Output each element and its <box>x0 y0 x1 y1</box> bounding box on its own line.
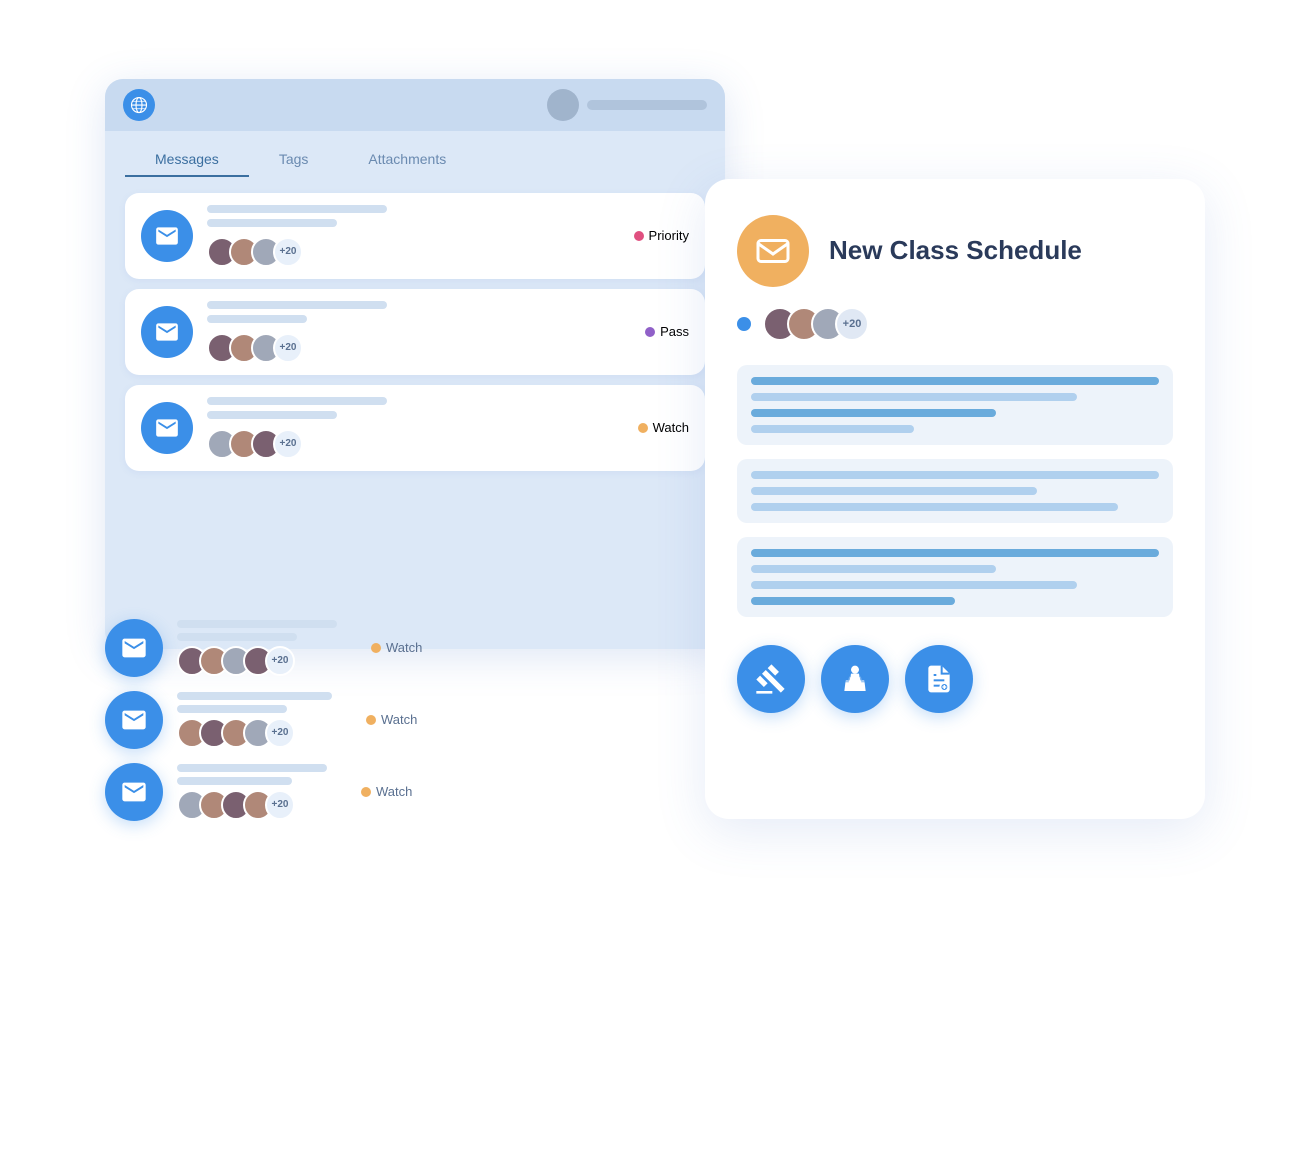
app-window: Messages Tags Attachments +20 <box>105 79 725 649</box>
message-row-3[interactable]: +20 Watch <box>125 385 705 471</box>
tag-pass-label: Pass <box>660 324 689 339</box>
msg-line-2a <box>207 301 387 309</box>
app-message-list: +20 Priority <box>105 177 725 487</box>
avatar-count-3: +20 <box>273 429 303 459</box>
detail-header: New Class Schedule <box>737 215 1173 287</box>
tag-priority: Priority <box>609 228 689 243</box>
content-line-1c <box>751 409 996 417</box>
floating-tag-label-1: Watch <box>386 640 422 655</box>
floating-line-2b <box>177 705 287 713</box>
msg-avatars-1: +20 <box>207 237 595 267</box>
content-block-1 <box>737 365 1173 445</box>
content-line-3a <box>751 549 1159 557</box>
msg-line-3a <box>207 397 387 405</box>
msg-line-3b <box>207 411 337 419</box>
content-block-3 <box>737 537 1173 617</box>
tag-watch-label-1: Watch <box>653 420 689 435</box>
avatar-count-2: +20 <box>273 333 303 363</box>
titlebar-avatar <box>547 89 579 121</box>
floating-row-3: +20 Watch <box>105 763 422 821</box>
msg-avatars-3: +20 <box>207 429 595 459</box>
floating-body-3: +20 <box>177 764 327 820</box>
document-button[interactable] <box>905 645 973 713</box>
floating-tag-2: Watch <box>366 712 417 727</box>
floating-line-1a <box>177 620 337 628</box>
globe-icon <box>123 89 155 121</box>
detail-card: New Class Schedule +20 <box>705 179 1205 819</box>
content-line-2b <box>751 487 1037 495</box>
content-line-1a <box>751 377 1159 385</box>
content-line-2c <box>751 503 1118 511</box>
tag-watch-1: Watch <box>609 420 689 435</box>
message-icon-3 <box>141 402 193 454</box>
detail-avatar-count: +20 <box>835 307 869 341</box>
content-line-3d <box>751 597 955 605</box>
content-line-3c <box>751 581 1077 589</box>
floating-dot-1 <box>371 643 381 653</box>
pass-dot <box>645 327 655 337</box>
floating-tag-label-3: Watch <box>376 784 412 799</box>
floating-line-3a <box>177 764 327 772</box>
app-titlebar <box>105 79 725 131</box>
floating-avatars-3: +20 <box>177 790 327 820</box>
detail-content <box>737 365 1173 617</box>
floating-icon-2 <box>105 691 163 749</box>
msg-avatars-2: +20 <box>207 333 595 363</box>
tab-tags[interactable]: Tags <box>249 143 339 177</box>
floating-icon-3 <box>105 763 163 821</box>
priority-dot <box>634 231 644 241</box>
floating-message-list: +20 Watch +20 <box>105 619 422 821</box>
floating-line-1b <box>177 633 297 641</box>
tab-attachments[interactable]: Attachments <box>338 143 476 177</box>
floating-tag-1: Watch <box>371 640 422 655</box>
titlebar-bar <box>587 100 707 110</box>
message-row-1[interactable]: +20 Priority <box>125 193 705 279</box>
msg-line-1a <box>207 205 387 213</box>
message-body-1: +20 <box>207 205 595 267</box>
floating-dot-2 <box>366 715 376 725</box>
content-block-2 <box>737 459 1173 523</box>
floating-avatars-2: +20 <box>177 718 332 748</box>
message-body-2: +20 <box>207 301 595 363</box>
content-line-3b <box>751 565 996 573</box>
titlebar-search <box>547 89 707 121</box>
floating-line-3b <box>177 777 292 785</box>
tab-messages[interactable]: Messages <box>125 143 249 177</box>
msg-line-2b <box>207 315 307 323</box>
floating-dot-3 <box>361 787 371 797</box>
fav-count-3: +20 <box>265 790 295 820</box>
app-tabs: Messages Tags Attachments <box>105 131 725 177</box>
message-row-2[interactable]: +20 Pass <box>125 289 705 375</box>
detail-title: New Class Schedule <box>829 235 1082 266</box>
tag-pass: Pass <box>609 324 689 339</box>
content-line-2a <box>751 471 1159 479</box>
content-line-1b <box>751 393 1077 401</box>
floating-line-2a <box>177 692 332 700</box>
msg-line-1b <box>207 219 337 227</box>
floating-tag-3: Watch <box>361 784 412 799</box>
floating-tag-label-2: Watch <box>381 712 417 727</box>
gavel-button[interactable] <box>737 645 805 713</box>
detail-envelope-icon <box>737 215 809 287</box>
floating-icon-1 <box>105 619 163 677</box>
podium-button[interactable] <box>821 645 889 713</box>
detail-meta-avatars: +20 <box>763 307 869 341</box>
message-icon-1 <box>141 210 193 262</box>
floating-row-2: +20 Watch <box>105 691 422 749</box>
floating-body-1: +20 <box>177 620 337 676</box>
floating-body-2: +20 <box>177 692 332 748</box>
fav-count-1: +20 <box>265 646 295 676</box>
fav-count-2: +20 <box>265 718 295 748</box>
message-body-3: +20 <box>207 397 595 459</box>
floating-avatars-1: +20 <box>177 646 337 676</box>
detail-actions <box>737 645 1173 713</box>
tag-priority-label: Priority <box>649 228 689 243</box>
content-line-1d <box>751 425 914 433</box>
floating-row-1: +20 Watch <box>105 619 422 677</box>
detail-status-dot <box>737 317 751 331</box>
message-icon-2 <box>141 306 193 358</box>
detail-meta: +20 <box>737 307 1173 341</box>
avatar-count-1: +20 <box>273 237 303 267</box>
watch-dot-1 <box>638 423 648 433</box>
